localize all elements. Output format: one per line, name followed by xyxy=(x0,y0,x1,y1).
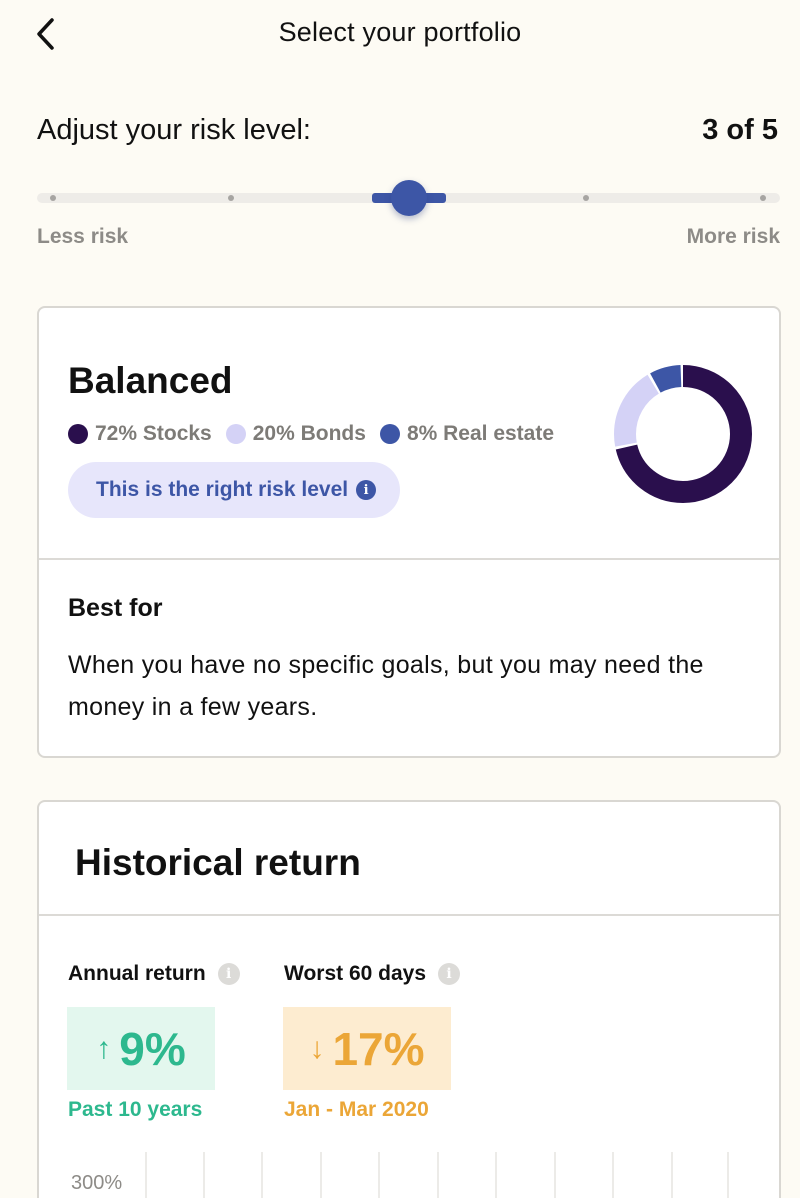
annual-return-label-text: Annual return xyxy=(68,962,206,985)
annual-return-period: Past 10 years xyxy=(68,1098,203,1121)
worst-60-days-box: ↓ 17% xyxy=(283,1007,451,1090)
worst-60-days-value: 17% xyxy=(332,1022,425,1075)
arrow-down-icon: ↓ xyxy=(309,1031,325,1065)
chart-gridline xyxy=(378,1152,380,1198)
more-risk-caption: More risk xyxy=(686,225,780,248)
slider-stop-1[interactable] xyxy=(50,195,56,201)
historical-return-title: Historical return xyxy=(75,842,361,883)
bonds-dot-icon xyxy=(225,424,246,444)
slider-stop-4[interactable] xyxy=(583,195,589,201)
slider-stop-5[interactable] xyxy=(760,195,766,201)
risk-pill-label: This is the right risk level xyxy=(96,478,349,501)
legend-label-stocks: 72% Stocks xyxy=(95,422,212,445)
info-icon[interactable]: i xyxy=(217,963,240,985)
risk-level-slider[interactable] xyxy=(37,180,780,220)
annual-return-value: 9% xyxy=(119,1022,186,1075)
chart-gridline xyxy=(320,1152,322,1198)
slider-thumb[interactable] xyxy=(391,180,427,216)
info-icon: i xyxy=(356,480,377,500)
risk-level-value: 3 of 5 xyxy=(702,114,778,146)
card-divider xyxy=(39,558,779,560)
worst-60-days-label-text: Worst 60 days xyxy=(284,962,427,985)
annual-return-label: Annual return i xyxy=(68,962,240,986)
page-title: Select your portfolio xyxy=(278,17,522,47)
allocation-legend: 72% Stocks 20% Bonds 8% Real estate xyxy=(68,422,568,446)
worst-60-days-label: Worst 60 days i xyxy=(284,962,461,986)
legend-item-bonds: 20% Bonds xyxy=(225,422,366,446)
legend-label-real-estate: 8% Real estate xyxy=(406,422,555,445)
card-divider xyxy=(39,914,779,916)
portfolio-selection-screen: Select your portfolio Adjust your risk l… xyxy=(0,0,800,1198)
stocks-dot-icon xyxy=(68,424,88,444)
legend-label-bonds: 20% Bonds xyxy=(252,422,366,445)
risk-level-label: Adjust your risk level: xyxy=(37,114,311,146)
chart-gridline xyxy=(261,1152,263,1198)
annual-return-box: ↑ 9% xyxy=(67,1007,215,1090)
best-for-description: When you have no specific goals, but you… xyxy=(68,651,704,721)
portfolio-card: Balanced 72% Stocks 20% Bonds 8% Real es… xyxy=(37,306,781,758)
chart-gridline xyxy=(203,1152,205,1198)
chart-gridline xyxy=(727,1152,729,1198)
chart-gridline xyxy=(495,1152,497,1198)
allocation-donut-chart xyxy=(614,365,752,503)
arrow-up-icon: ↑ xyxy=(96,1031,112,1065)
real-estate-dot-icon xyxy=(379,424,400,444)
chart-gridline xyxy=(437,1152,439,1198)
right-risk-level-badge[interactable]: This is the right risk level i xyxy=(68,462,401,518)
worst-60-days-period: Jan - Mar 2020 xyxy=(284,1098,429,1121)
historical-return-card: Historical return Annual return i Worst … xyxy=(37,800,781,1198)
legend-item-stocks: 72% Stocks xyxy=(68,422,212,446)
chart-gridline xyxy=(671,1152,673,1198)
info-icon[interactable]: i xyxy=(438,963,461,985)
chart-y-tick: 300% xyxy=(71,1172,123,1194)
chart-gridline xyxy=(554,1152,556,1198)
less-risk-caption: Less risk xyxy=(37,225,129,248)
chart-gridline xyxy=(145,1152,147,1198)
portfolio-name: Balanced xyxy=(68,360,233,401)
legend-item-real-estate: 8% Real estate xyxy=(379,422,555,446)
best-for-heading: Best for xyxy=(68,594,163,622)
chart-gridline xyxy=(612,1152,614,1198)
slider-stop-2[interactable] xyxy=(228,195,234,201)
